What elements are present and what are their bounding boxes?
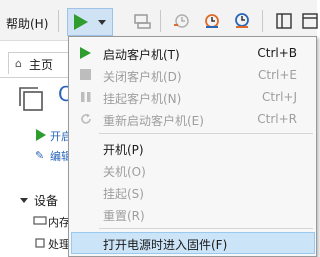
menu-separator [99, 228, 313, 229]
sidebar-toggle-icon[interactable] [274, 11, 294, 31]
snapshot-icon[interactable] [172, 11, 192, 31]
tab-home[interactable]: ⌂ 主页 [8, 52, 70, 74]
console-view-icon[interactable] [300, 11, 320, 31]
menu-item-power-on-to-firmware[interactable]: 打开电源时进入固件(F) [71, 232, 315, 254]
menu-item-suspend[interactable]: 挂起(S) [71, 181, 315, 203]
menu-separator [99, 133, 313, 134]
toolbar-separator [160, 10, 161, 32]
devices-header[interactable]: 设备 [34, 192, 58, 209]
menu-item-suspend-guest[interactable]: 挂起客户机(N) Ctrl+J [71, 86, 315, 108]
play-icon [80, 47, 91, 59]
help-menu[interactable]: 帮助(H) [6, 15, 48, 32]
device-processor[interactable]: 处理 [48, 236, 70, 252]
stop-icon [80, 69, 91, 80]
device-memory[interactable]: 内存 [48, 214, 70, 230]
menu-item-reset[interactable]: 重置(R) [71, 203, 315, 225]
menu-item-start-guest[interactable]: 启动客户机(T) Ctrl+B [71, 42, 315, 64]
vm-icon [19, 87, 43, 111]
restart-icon [81, 113, 91, 124]
play-icon [36, 129, 46, 141]
chevron-down-icon[interactable] [98, 20, 106, 25]
memory-icon [33, 216, 47, 225]
manage-snapshots-icon[interactable] [232, 11, 252, 31]
power-dropdown-menu: 启动客户机(T) Ctrl+B 关闭客户机(D) Ctrl+E 挂起客户机(N)… [68, 36, 317, 257]
toolbar: 帮助(H) [0, 0, 320, 41]
pause-icon [81, 92, 91, 102]
menu-item-power-on[interactable]: 开机(P) [71, 137, 315, 159]
menu-item-power-off[interactable]: 关机(O) [71, 159, 315, 181]
edit-icon: ✎ [35, 149, 45, 162]
revert-snapshot-icon[interactable] [202, 11, 222, 31]
toolbar-separator [262, 10, 263, 32]
menu-item-shutdown-guest[interactable]: 关闭客户机(D) Ctrl+E [71, 64, 315, 86]
tab-home-label: 主页 [29, 58, 54, 72]
toolbar-separator [58, 10, 59, 32]
menu-item-restart-guest[interactable]: 重新启动客户机(E) Ctrl+R [71, 108, 315, 130]
collapse-icon[interactable] [20, 198, 28, 203]
home-icon: ⌂ [15, 57, 22, 70]
power-on-split-button[interactable] [67, 8, 113, 36]
play-icon [74, 14, 88, 30]
processor-icon [35, 238, 45, 248]
send-keys-icon[interactable] [132, 11, 152, 31]
